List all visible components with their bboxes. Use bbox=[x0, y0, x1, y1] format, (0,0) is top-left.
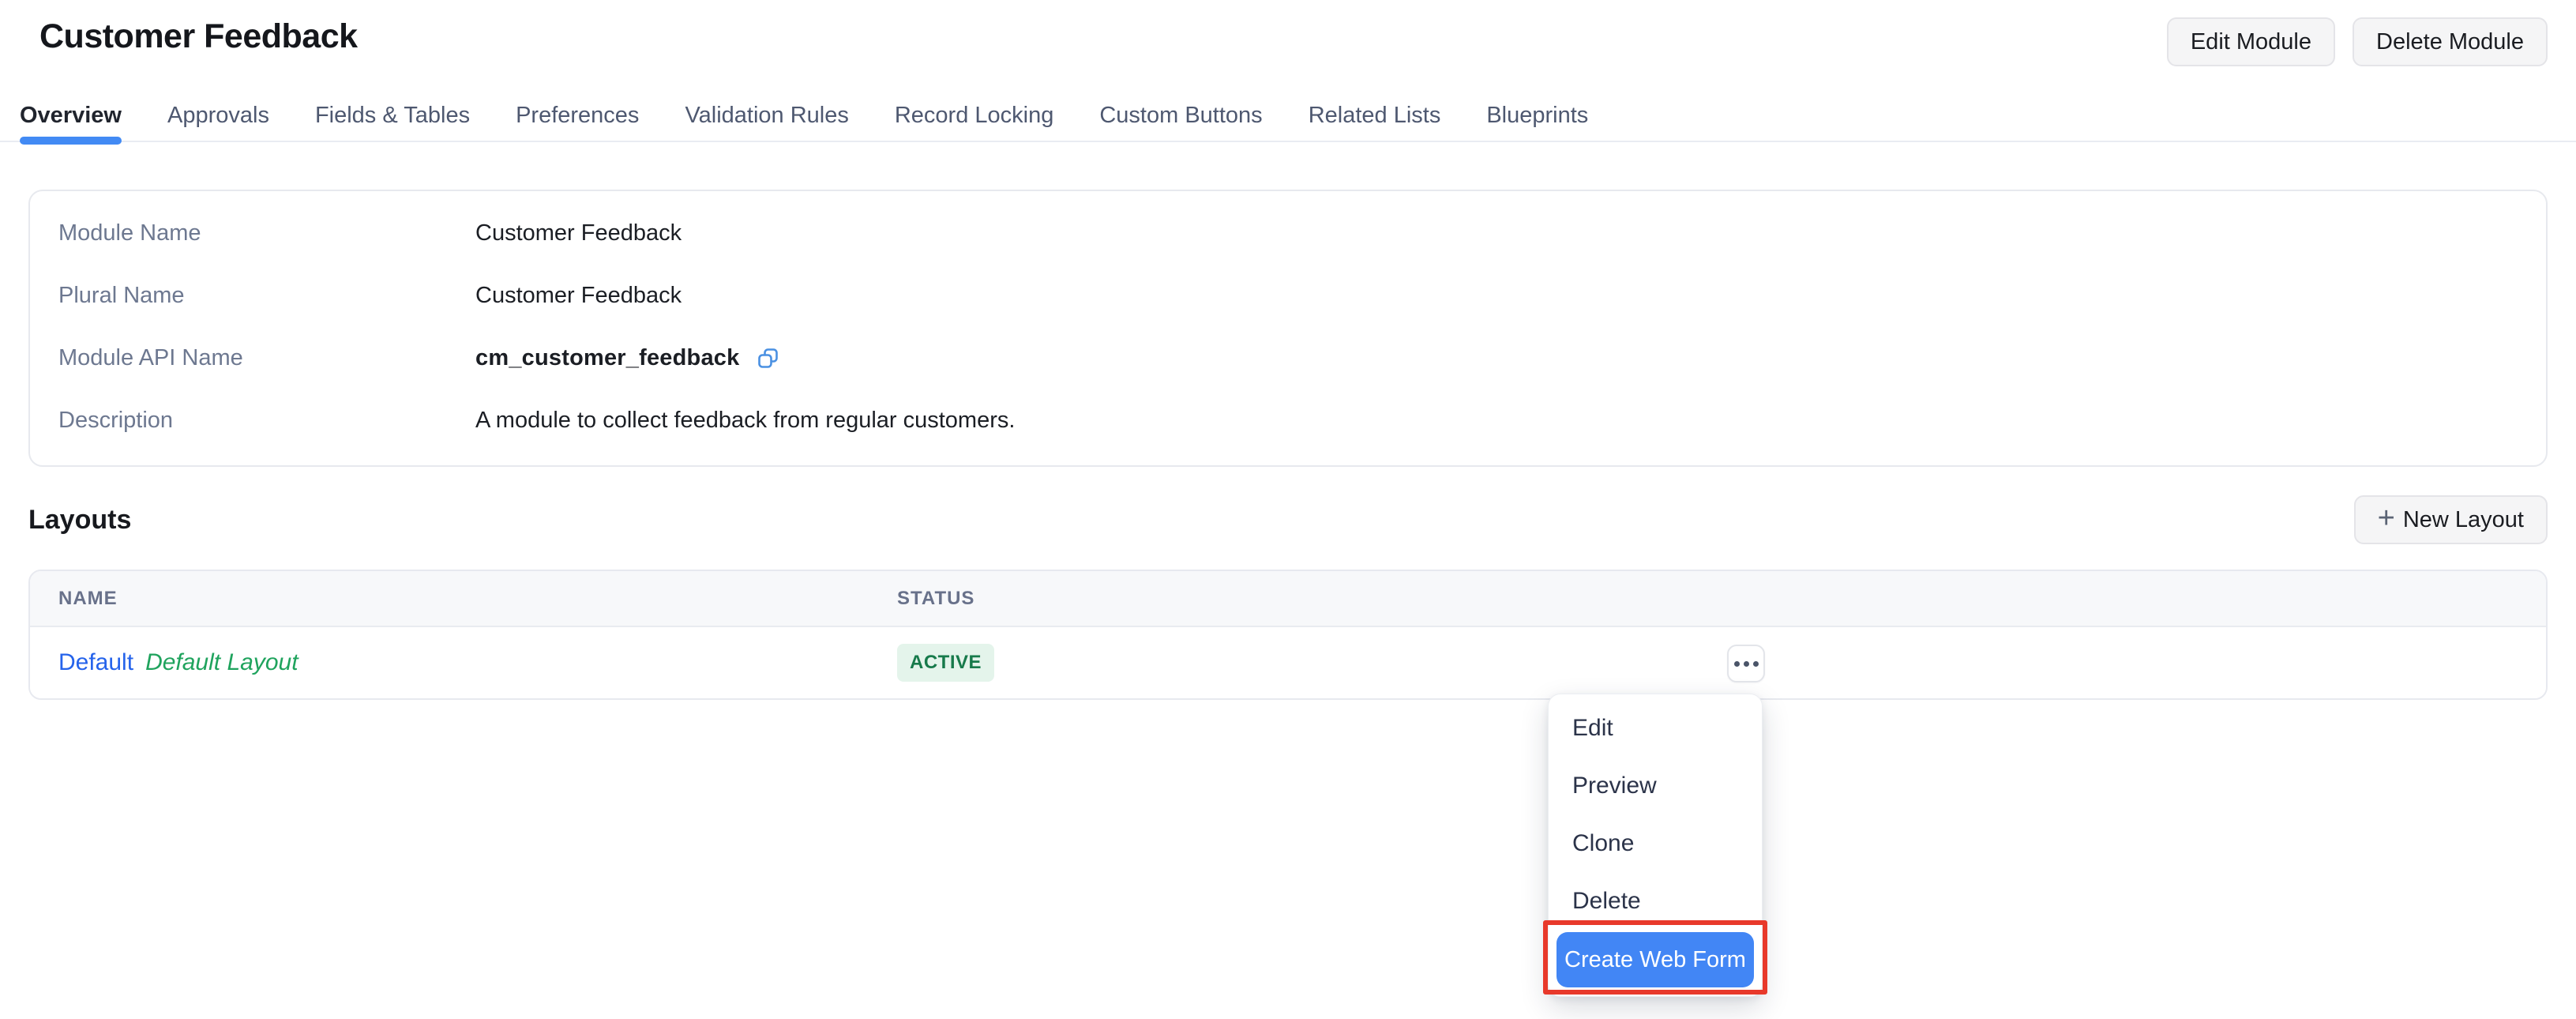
module-tabbar: Overview Approvals Fields & Tables Prefe… bbox=[0, 90, 2576, 142]
status-badge: ACTIVE bbox=[897, 644, 994, 682]
table-row: Default Default Layout ACTIVE bbox=[30, 627, 2546, 698]
info-row-description: Description A module to collect feedback… bbox=[58, 389, 2518, 452]
field-value: Customer Feedback bbox=[475, 283, 682, 309]
info-row-module-name: Module Name Customer Feedback bbox=[58, 202, 2518, 265]
edit-module-button[interactable]: Edit Module bbox=[2167, 17, 2335, 66]
menu-item-clone[interactable]: Clone bbox=[1549, 814, 1762, 872]
plus-icon: + bbox=[2378, 503, 2395, 533]
row-actions-button[interactable] bbox=[1727, 645, 1765, 682]
tab-custom-buttons[interactable]: Custom Buttons bbox=[1099, 90, 1262, 141]
tab-preferences[interactable]: Preferences bbox=[516, 90, 639, 141]
copy-icon[interactable] bbox=[757, 347, 780, 370]
page-header: Customer Feedback Edit Module Delete Mod… bbox=[0, 0, 2576, 66]
layout-subtitle: Default Layout bbox=[145, 649, 298, 676]
tab-record-locking[interactable]: Record Locking bbox=[895, 90, 1054, 141]
field-value: Customer Feedback bbox=[475, 220, 682, 246]
delete-module-button[interactable]: Delete Module bbox=[2353, 17, 2548, 66]
field-label: Module API Name bbox=[58, 345, 475, 371]
new-layout-label: New Layout bbox=[2403, 507, 2524, 533]
layout-name-link[interactable]: Default bbox=[58, 649, 133, 676]
layout-name-cell: Default Default Layout bbox=[58, 649, 299, 676]
tab-fields-tables[interactable]: Fields & Tables bbox=[315, 90, 470, 141]
page-title: Customer Feedback bbox=[39, 17, 358, 56]
tab-blueprints[interactable]: Blueprints bbox=[1486, 90, 1588, 141]
menu-item-delete[interactable]: Delete bbox=[1549, 872, 1762, 930]
field-label: Plural Name bbox=[58, 283, 475, 309]
field-label: Description bbox=[58, 408, 475, 434]
column-header-status: STATUS bbox=[897, 588, 974, 610]
field-value: A module to collect feedback from regula… bbox=[475, 408, 1015, 434]
menu-item-preview[interactable]: Preview bbox=[1549, 757, 1762, 814]
layout-actions-menu: Edit Preview Clone Delete Create Web For… bbox=[1548, 694, 1763, 997]
tab-validation-rules[interactable]: Validation Rules bbox=[685, 90, 848, 141]
api-name-value: cm_customer_feedback bbox=[475, 345, 739, 371]
header-actions: Edit Module Delete Module bbox=[2167, 17, 2548, 66]
table-header-row: NAME STATUS bbox=[30, 571, 2546, 627]
tab-overview[interactable]: Overview bbox=[20, 90, 122, 141]
info-row-plural-name: Plural Name Customer Feedback bbox=[58, 265, 2518, 327]
layouts-table: NAME STATUS Default Default Layout ACTIV… bbox=[28, 570, 2548, 700]
create-web-form-button[interactable]: Create Web Form bbox=[1556, 932, 1754, 987]
info-row-api-name: Module API Name cm_customer_feedback bbox=[58, 327, 2518, 389]
ellipsis-icon bbox=[1734, 661, 1759, 667]
new-layout-button[interactable]: + New Layout bbox=[2354, 495, 2548, 544]
field-label: Module Name bbox=[58, 220, 475, 246]
tab-approvals[interactable]: Approvals bbox=[167, 90, 269, 141]
tab-related-lists[interactable]: Related Lists bbox=[1309, 90, 1441, 141]
menu-item-edit[interactable]: Edit bbox=[1549, 699, 1762, 757]
module-info-card: Module Name Customer Feedback Plural Nam… bbox=[28, 190, 2548, 467]
layouts-section-header: Layouts + New Layout bbox=[28, 495, 2548, 544]
column-header-name: NAME bbox=[58, 588, 118, 610]
layouts-heading: Layouts bbox=[28, 505, 131, 536]
